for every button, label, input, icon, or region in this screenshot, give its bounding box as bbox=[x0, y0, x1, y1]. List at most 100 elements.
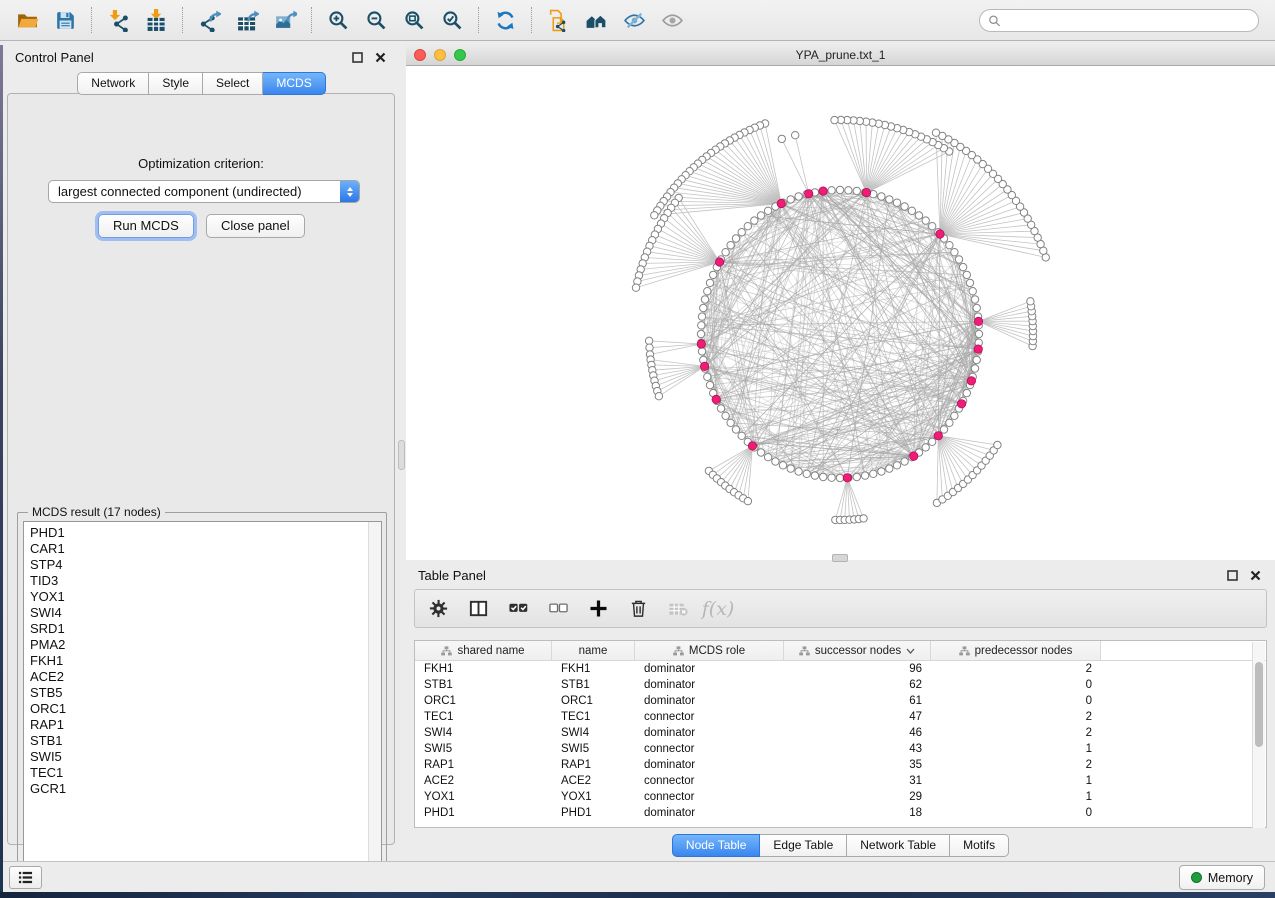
optimization-criterion-dropdown[interactable]: largest connected component (undirected) bbox=[48, 180, 360, 203]
mcds-result-item[interactable]: PMA2 bbox=[30, 637, 375, 653]
open-folder-button[interactable] bbox=[8, 3, 46, 37]
tab-motifs[interactable]: Motifs bbox=[950, 834, 1009, 857]
tab-select[interactable]: Select bbox=[203, 72, 263, 95]
open-folder-icon bbox=[16, 9, 39, 32]
panel-splitter-handle[interactable] bbox=[832, 554, 848, 562]
first-neighbors-button[interactable] bbox=[577, 3, 615, 37]
node-table[interactable]: shared namenameMCDS rolesuccessor nodesp… bbox=[414, 640, 1267, 828]
network-view-window: YPA_prune.txt_1 bbox=[406, 45, 1275, 560]
table-row[interactable]: PHD1PHD1dominator180 bbox=[415, 805, 1266, 821]
table-toolbar: f(x) bbox=[414, 589, 1267, 628]
refresh-layout-button[interactable] bbox=[486, 3, 524, 37]
mcds-result-item[interactable]: ORC1 bbox=[30, 701, 375, 717]
zoom-selected-icon bbox=[441, 9, 464, 32]
mcds-result-list[interactable]: PHD1CAR1STP4TID3YOX1SWI4SRD1PMA2FKH1ACE2… bbox=[23, 521, 382, 873]
toolbar-separator bbox=[531, 7, 532, 33]
export-image-button[interactable] bbox=[266, 3, 304, 37]
show-columns-button[interactable] bbox=[465, 596, 491, 622]
memory-button[interactable]: Memory bbox=[1179, 865, 1265, 890]
float-icon[interactable] bbox=[1224, 568, 1240, 584]
cell-MCDS-role: dominator bbox=[635, 759, 784, 771]
toolbar-separator bbox=[478, 7, 479, 33]
run-mcds-button[interactable]: Run MCDS bbox=[98, 214, 194, 238]
mcds-result-item[interactable]: STB5 bbox=[30, 685, 375, 701]
sidebar-splitter-handle[interactable] bbox=[398, 440, 405, 470]
hide-selected-button[interactable] bbox=[615, 3, 653, 37]
table-row[interactable]: SWI5SWI5connector431 bbox=[415, 741, 1266, 757]
table-scrollbar[interactable] bbox=[1252, 642, 1265, 828]
table-row[interactable]: YOX1YOX1connector291 bbox=[415, 789, 1266, 805]
zoom-in-icon bbox=[327, 9, 350, 32]
zoom-in-button[interactable] bbox=[319, 3, 357, 37]
zoom-fit-button[interactable] bbox=[395, 3, 433, 37]
table-settings-button[interactable] bbox=[425, 596, 451, 622]
mcds-result-item[interactable]: PHD1 bbox=[30, 525, 375, 541]
network-canvas-svg[interactable] bbox=[406, 66, 1275, 560]
toolbar-separator bbox=[91, 7, 92, 33]
table-row[interactable]: STB1STB1dominator620 bbox=[415, 677, 1266, 693]
task-history-button[interactable] bbox=[9, 866, 42, 889]
column-header-MCDS-role[interactable]: MCDS role bbox=[635, 641, 784, 660]
tab-network-table[interactable]: Network Table bbox=[847, 834, 950, 857]
tab-style[interactable]: Style bbox=[149, 72, 203, 95]
tab-edge-table[interactable]: Edge Table bbox=[760, 834, 847, 857]
column-header-predecessor-nodes[interactable]: predecessor nodes bbox=[931, 641, 1101, 660]
new-network-from-selection-button[interactable] bbox=[539, 3, 577, 37]
status-bar: Memory bbox=[0, 861, 1275, 892]
table-scrollbar-thumb[interactable] bbox=[1255, 662, 1263, 747]
main-toolbar bbox=[0, 0, 1275, 41]
table-row[interactable]: ORC1ORC1dominator610 bbox=[415, 693, 1266, 709]
search-input[interactable] bbox=[1001, 14, 1250, 28]
mcds-result-item[interactable]: GCR1 bbox=[30, 781, 375, 797]
dropdown-value: largest connected component (undirected) bbox=[49, 184, 340, 199]
search-box[interactable] bbox=[979, 9, 1259, 32]
table-row[interactable]: SWI4SWI4dominator462 bbox=[415, 725, 1266, 741]
close-panel-button[interactable]: Close panel bbox=[206, 214, 305, 238]
zoom-selected-button[interactable] bbox=[433, 3, 471, 37]
zoom-out-button[interactable] bbox=[357, 3, 395, 37]
mcds-result-item[interactable]: YOX1 bbox=[30, 589, 375, 605]
column-header-name[interactable]: name bbox=[552, 641, 635, 660]
table-row[interactable]: RAP1RAP1dominator352 bbox=[415, 757, 1266, 773]
column-header-successor-nodes[interactable]: successor nodes bbox=[784, 641, 931, 660]
table-row[interactable]: TEC1TEC1connector472 bbox=[415, 709, 1266, 725]
network-window-titlebar[interactable]: YPA_prune.txt_1 bbox=[406, 45, 1275, 66]
export-network-button[interactable] bbox=[190, 3, 228, 37]
mcds-result-item[interactable]: SRD1 bbox=[30, 621, 375, 637]
deselect-all-rows-button[interactable] bbox=[545, 596, 571, 622]
mcds-result-item[interactable]: SWI4 bbox=[30, 605, 375, 621]
add-column-button[interactable] bbox=[585, 596, 611, 622]
show-all-button[interactable] bbox=[653, 3, 691, 37]
mcds-result-item[interactable]: STP4 bbox=[30, 557, 375, 573]
mcds-result-item[interactable]: STB1 bbox=[30, 733, 375, 749]
mcds-result-item[interactable]: CAR1 bbox=[30, 541, 375, 557]
import-network-button[interactable] bbox=[99, 3, 137, 37]
import-table-button[interactable] bbox=[137, 3, 175, 37]
mcds-result-item[interactable]: TID3 bbox=[30, 573, 375, 589]
table-row[interactable]: ACE2ACE2connector311 bbox=[415, 773, 1266, 789]
float-icon[interactable] bbox=[349, 50, 365, 66]
show-all-icon bbox=[661, 9, 684, 32]
export-image-icon bbox=[274, 9, 297, 32]
export-table-button[interactable] bbox=[228, 3, 266, 37]
select-all-rows-button[interactable] bbox=[505, 596, 531, 622]
tab-network[interactable]: Network bbox=[77, 72, 149, 95]
save-session-button[interactable] bbox=[46, 3, 84, 37]
mcds-result-item[interactable]: FKH1 bbox=[30, 653, 375, 669]
mcds-result-item[interactable]: SWI5 bbox=[30, 749, 375, 765]
tab-node-table[interactable]: Node Table bbox=[672, 834, 761, 857]
tab-mcds[interactable]: MCDS bbox=[263, 72, 325, 95]
close-icon[interactable] bbox=[372, 50, 388, 66]
close-icon[interactable] bbox=[1247, 568, 1263, 584]
delete-column-button[interactable] bbox=[625, 596, 651, 622]
column-header-shared-name[interactable]: shared name bbox=[415, 641, 552, 660]
table-row[interactable]: FKH1FKH1dominator962 bbox=[415, 661, 1266, 677]
mcds-list-scrollbar[interactable] bbox=[368, 522, 381, 872]
cell-MCDS-role: dominator bbox=[635, 807, 784, 819]
mcds-result-item[interactable]: RAP1 bbox=[30, 717, 375, 733]
mcds-result-item[interactable]: TEC1 bbox=[30, 765, 375, 781]
deselect-all-rows-icon bbox=[548, 598, 569, 619]
task-list-icon bbox=[17, 870, 34, 885]
mcds-result-item[interactable]: ACE2 bbox=[30, 669, 375, 685]
cell-predecessor-nodes: 0 bbox=[931, 695, 1101, 707]
